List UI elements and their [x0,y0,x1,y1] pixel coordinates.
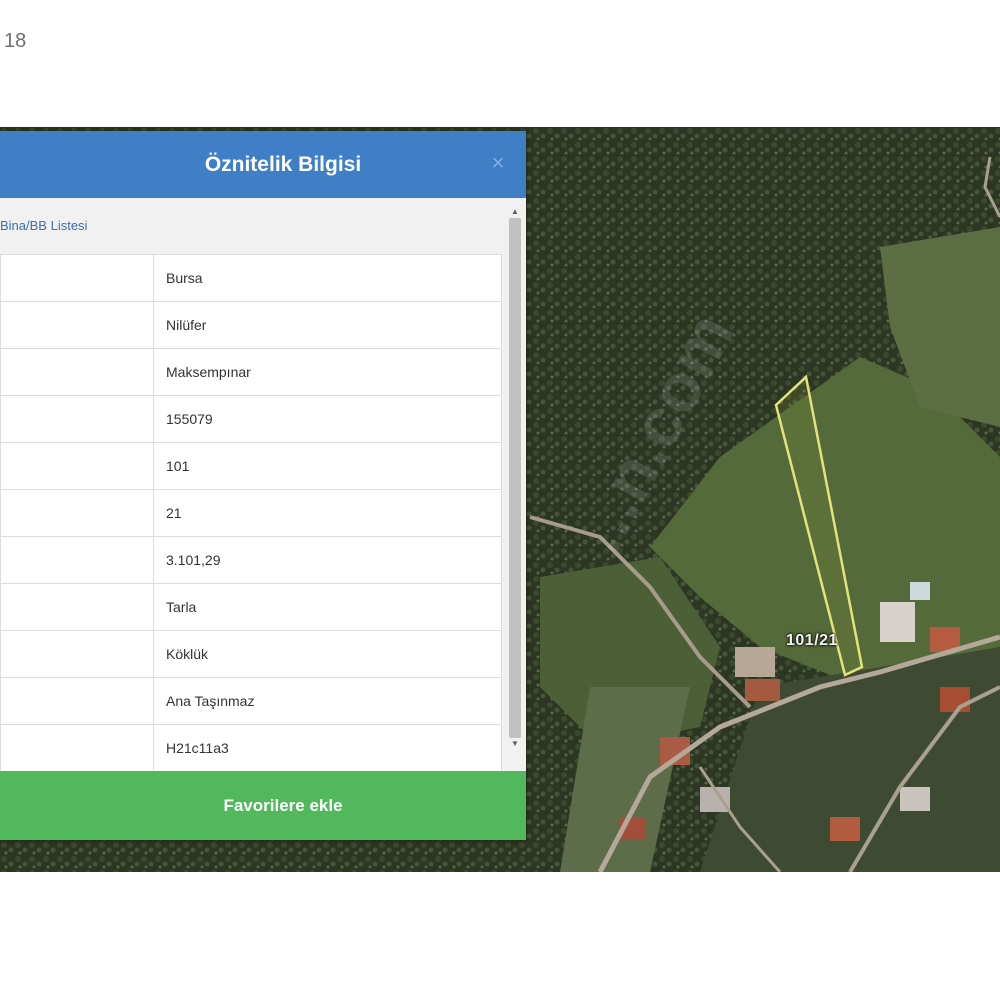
attribute-value-cell: H21c11a3 [153,724,502,771]
close-icon[interactable]: × [488,152,508,174]
scroll-thumb[interactable] [509,218,521,738]
page-number: 18 [4,30,27,52]
attribute-key-cell [0,442,154,490]
attribute-key-cell [0,489,154,537]
attribute-value-cell: 21 [153,489,502,537]
attribute-value-cell: Nilüfer [153,301,502,349]
attribute-value-cell: 101 [153,442,502,490]
table-row: 21 [0,489,502,537]
scroll-down-arrow-icon[interactable]: ▼ [508,738,522,750]
attribute-table: Bursa Nilüfer Maksempınar 155079 101 21 … [0,254,502,771]
dialog-title: Öznitelik Bilgisi [204,152,362,176]
attribute-key-cell [0,536,154,584]
table-row: Ana Taşınmaz [0,677,502,725]
table-row: 3.101,29 [0,536,502,584]
table-row: H21c11a3 [0,724,502,771]
attribute-key-cell [0,254,154,302]
table-row: 155079 [0,395,502,443]
attribute-value-cell: Ana Taşınmaz [153,677,502,725]
add-to-favorites-label: Favorilere ekle [223,795,343,815]
list-link-row: Bina/BB Listesi [0,198,526,253]
attribute-value-cell: Bursa [153,254,502,302]
scroll-up-arrow-icon[interactable]: ▲ [508,206,522,218]
attribute-key-cell [0,301,154,349]
attribute-key-cell [0,630,154,678]
attribute-key-cell [0,583,154,631]
table-row: Köklük [0,630,502,678]
attribute-value-cell: 155079 [153,395,502,443]
attribute-value-cell: Köklük [153,630,502,678]
dialog-header: Öznitelik Bilgisi × [0,131,526,198]
attribute-value-cell: Tarla [153,583,502,631]
dialog-body: Bina/BB Listesi Bursa Nilüfer Maksempına… [0,198,526,771]
table-row: 101 [0,442,502,490]
attribute-value-cell: 3.101,29 [153,536,502,584]
parcel-label[interactable]: 101/21 [786,632,838,650]
attribute-info-dialog: Öznitelik Bilgisi × Bina/BB Listesi Burs… [0,131,526,840]
attribute-key-cell [0,395,154,443]
attribute-key-cell [0,348,154,396]
table-row: Nilüfer [0,301,502,349]
table-row: Tarla [0,583,502,631]
building-list-link[interactable]: Bina/BB Listesi [0,218,87,233]
attribute-key-cell [0,724,154,771]
add-to-favorites-button[interactable]: Favorilere ekle [0,771,526,840]
vertical-scrollbar[interactable]: ▲ ▼ [508,206,522,766]
table-row: Maksempınar [0,348,502,396]
attribute-key-cell [0,677,154,725]
table-row: Bursa [0,254,502,302]
attribute-value-cell: Maksempınar [153,348,502,396]
